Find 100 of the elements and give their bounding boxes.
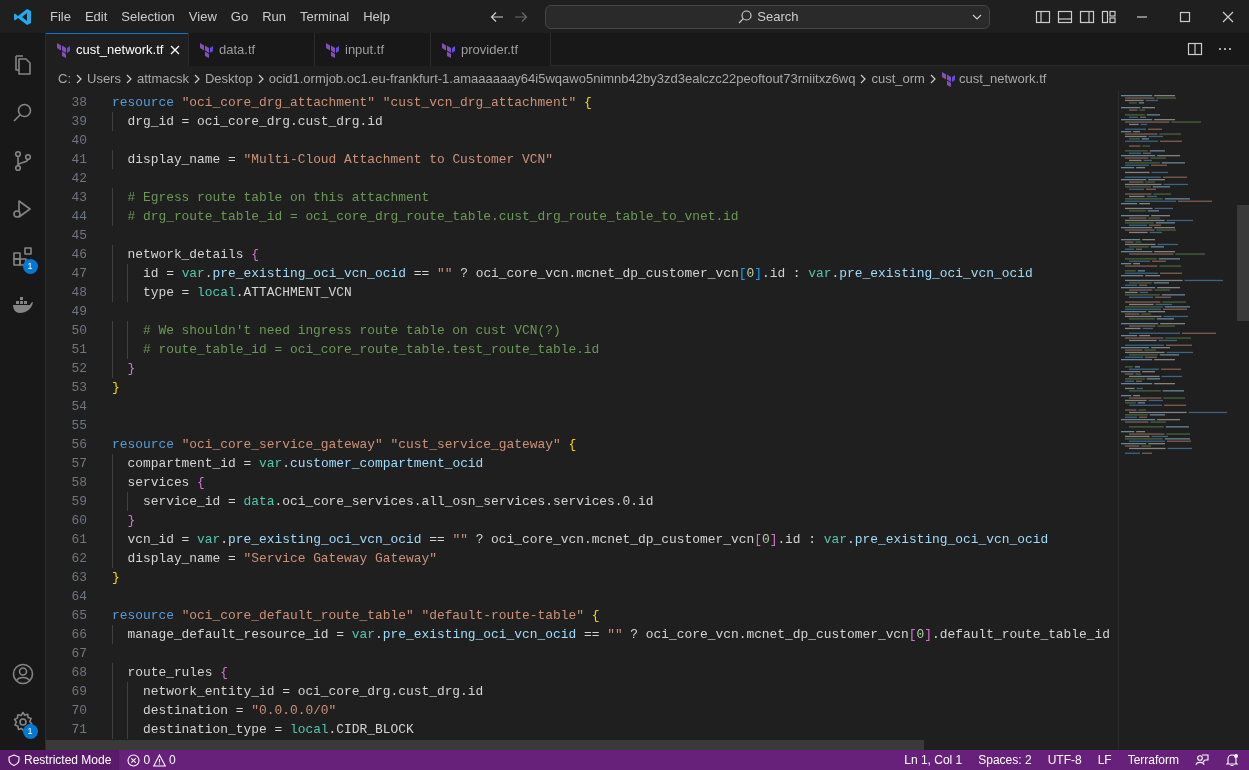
line-number: 54 bbox=[70, 398, 87, 416]
menu-item[interactable]: Terminal bbox=[293, 4, 357, 29]
line-number: 51 bbox=[70, 341, 87, 359]
code-line: display_name = "Multi-Cloud Attachment to Customer VCN" bbox=[112, 150, 553, 169]
editor-tab[interactable]: cust_network.tf bbox=[46, 33, 189, 66]
warning-icon bbox=[153, 753, 167, 767]
breadcrumb-item[interactable]: attmacsk bbox=[136, 68, 189, 89]
line-number: 41 bbox=[70, 151, 87, 169]
line-number: 58 bbox=[70, 474, 87, 492]
code-line: } bbox=[112, 379, 120, 397]
code-line: manage_default_resource_id = var.pre_existing_oci_vcn_ocid == "" ? oci_core_vcn.mcnet_dp_customer_vcn[0].default_route_table_id bbox=[112, 625, 1110, 644]
line-number: 62 bbox=[70, 550, 87, 568]
code-line: service_id = data.oci_core_services.all_osn_services.services.0.id bbox=[112, 492, 654, 511]
line-number: 57 bbox=[70, 455, 87, 473]
status-item[interactable]: LF bbox=[1089, 750, 1120, 770]
line-number: 56 bbox=[70, 436, 87, 454]
line-number: 66 bbox=[70, 626, 87, 644]
code-line: } bbox=[112, 569, 120, 587]
notification-bell-icon[interactable] bbox=[1225, 753, 1239, 767]
problems-button[interactable]: 0 0 bbox=[119, 750, 184, 770]
line-number: 46 bbox=[70, 246, 87, 264]
sidebar-toggle-icon[interactable] bbox=[1035, 8, 1052, 25]
line-number: 38 bbox=[70, 94, 87, 112]
menu-item[interactable]: Selection bbox=[114, 4, 182, 29]
code-line: network_entity_id = oci_core_drg.cust_drg.id bbox=[112, 682, 484, 701]
error-icon bbox=[127, 753, 141, 767]
notification-badge: 1 bbox=[22, 724, 38, 739]
breadcrumb-item[interactable]: ocid1.ormjob.oc1.eu-frankfurt-1.amaaaaaay64i5wqawo5nimnb42by3zd3ealczc22peoftout73rniitxz6wq bbox=[268, 68, 856, 89]
code-line: # Egress route table on this attachment bbox=[112, 188, 430, 207]
editor-tab[interactable]: provider.tf bbox=[431, 33, 551, 66]
editor-tab[interactable]: data.tf bbox=[189, 33, 315, 66]
menu-item[interactable]: Go bbox=[223, 4, 256, 29]
code-line: # drg_route_table_id = oci_core_drg_route_table.cust_drg_route_table_to_vnet.id bbox=[112, 207, 739, 226]
panel-toggle-icon[interactable] bbox=[1057, 8, 1074, 25]
code-line: compartment_id = var.customer_compartment_ocid bbox=[112, 454, 484, 473]
scrollbar-thumb[interactable] bbox=[1237, 205, 1249, 321]
status-item[interactable]: UTF-8 bbox=[1039, 750, 1090, 770]
maximize-icon[interactable] bbox=[1178, 10, 1191, 23]
code-line: display_name = "Service Gateway Gateway" bbox=[112, 549, 437, 568]
horizontal-scrollbar[interactable] bbox=[46, 740, 924, 750]
feedback-icon[interactable] bbox=[1195, 753, 1209, 767]
code-line: } bbox=[112, 359, 136, 378]
line-number: 42 bbox=[70, 170, 87, 188]
line-number: 67 bbox=[70, 645, 87, 663]
code-line: resource "oci_core_default_route_table" "default-route-table" { bbox=[112, 607, 600, 625]
restricted-mode-button[interactable]: Restricted Mode bbox=[0, 750, 120, 770]
menu-item[interactable]: Help bbox=[356, 4, 397, 29]
breadcrumb-item[interactable]: Desktop bbox=[204, 68, 253, 89]
line-number: 68 bbox=[70, 664, 87, 682]
account-icon[interactable] bbox=[10, 662, 35, 686]
menu-item[interactable]: Edit bbox=[77, 4, 115, 29]
terraform-file-icon bbox=[940, 70, 955, 87]
breadcrumb-item[interactable]: C: bbox=[58, 68, 71, 89]
layout-icon[interactable] bbox=[1101, 8, 1118, 25]
line-number: 44 bbox=[70, 208, 87, 226]
status-item[interactable]: Ln 1, Col 1 bbox=[896, 750, 971, 770]
code-line: destination_type = local.CIDR_BLOCK bbox=[112, 720, 414, 739]
terraform-file-icon bbox=[441, 41, 455, 58]
search-icon bbox=[737, 8, 754, 25]
line-number: 45 bbox=[70, 227, 87, 245]
code-line: services { bbox=[112, 473, 205, 492]
code-line: } bbox=[112, 511, 136, 530]
chevron-icon bbox=[74, 72, 84, 85]
status-item[interactable]: Spaces: 2 bbox=[970, 750, 1040, 770]
line-number: 50 bbox=[70, 322, 87, 340]
code-line: # route_table_id = oci_core_route_table.test_route_table.id bbox=[112, 340, 600, 359]
breadcrumb-item[interactable]: cust_orm bbox=[871, 68, 925, 89]
breadcrumb-item[interactable]: cust_network.tf bbox=[958, 68, 1047, 89]
line-number: 60 bbox=[70, 512, 87, 530]
code-line: type = local.ATTACHMENT_VCN bbox=[112, 283, 352, 302]
editor-tab[interactable]: input.tf bbox=[315, 33, 431, 66]
code-line: id = var.pre_existing_oci_vcn_ocid == "" ? oci_core_vcn.mcnet_dp_customer_vcn[0].id : var.pre_existing_oci_vcn_ocid bbox=[112, 264, 1033, 283]
line-number: 52 bbox=[70, 360, 87, 378]
terraform-file-icon bbox=[56, 41, 70, 58]
shield-icon bbox=[8, 754, 20, 766]
line-number: 48 bbox=[70, 284, 87, 302]
code-line: drg_id = oci_core_drg.cust_drg.id bbox=[112, 112, 383, 131]
menu-item[interactable]: Run bbox=[255, 4, 293, 29]
close-icon[interactable] bbox=[1221, 10, 1234, 23]
extensions-icon[interactable] bbox=[10, 245, 35, 269]
code-line: # We shouldn't need ingress route table on cust VCN(?) bbox=[112, 321, 561, 340]
line-number: 39 bbox=[70, 113, 87, 131]
menu-item[interactable]: View bbox=[181, 4, 224, 29]
code-line: route_rules { bbox=[112, 663, 229, 682]
minimap-drawing[interactable] bbox=[1121, 95, 1227, 454]
menu-item[interactable]: File bbox=[43, 4, 78, 29]
line-number: 40 bbox=[70, 132, 87, 150]
status-item[interactable]: Terraform bbox=[1119, 750, 1187, 770]
line-number: 55 bbox=[70, 417, 87, 435]
split-editor-icon[interactable] bbox=[1187, 41, 1203, 57]
line-number: 61 bbox=[70, 531, 87, 549]
terraform-file-icon bbox=[325, 41, 339, 58]
line-number: 64 bbox=[70, 588, 87, 606]
code-line: resource "oci_core_drg_attachment" "cust_vcn_drg_attachment" { bbox=[112, 94, 592, 112]
line-number: 53 bbox=[70, 379, 87, 397]
line-number: 71 bbox=[70, 721, 87, 739]
breadcrumb-item[interactable]: Users bbox=[87, 68, 121, 89]
line-number: 65 bbox=[70, 607, 87, 625]
search-box[interactable]: Search bbox=[545, 4, 991, 29]
secondary-sidebar-toggle-icon[interactable] bbox=[1079, 8, 1096, 25]
